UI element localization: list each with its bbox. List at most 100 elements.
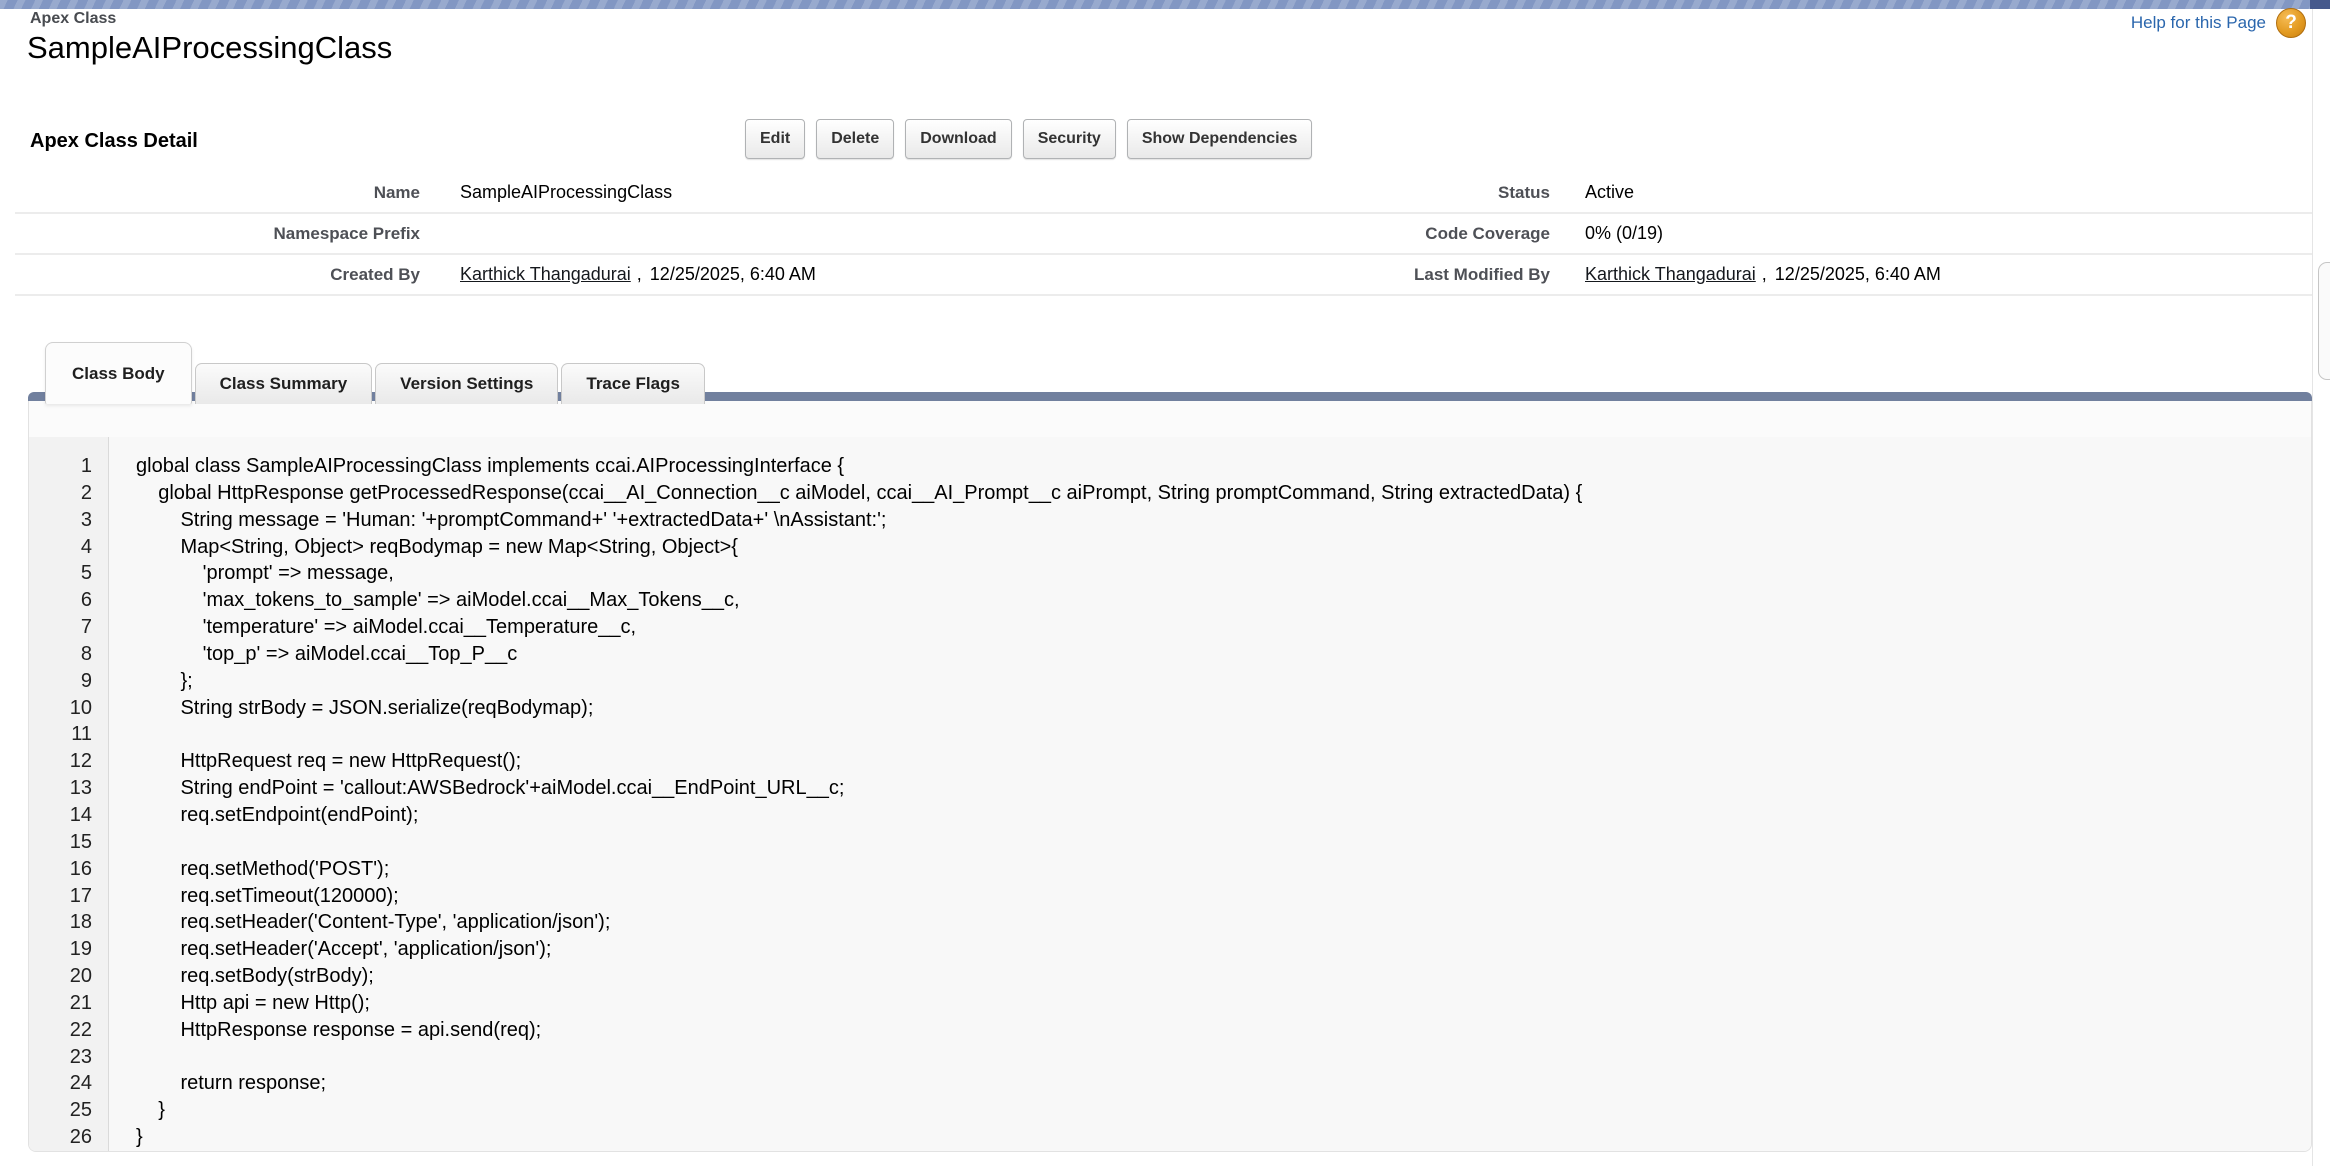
code-line-text: req.setTimeout(120000); <box>109 883 2311 910</box>
code-line-text: 'prompt' => message, <box>109 560 2311 587</box>
code-line: 3 String message = 'Human: '+promptComma… <box>29 507 2311 534</box>
code-line-text: req.setHeader('Accept', 'application/jso… <box>109 936 2311 963</box>
class-body-panel: 1global class SampleAIProcessingClass im… <box>28 401 2312 1152</box>
code-line-text: } <box>109 1124 2311 1151</box>
code-line: 6 'max_tokens_to_sample' => aiModel.ccai… <box>29 587 2311 614</box>
code-line: 10 String strBody = JSON.serialize(reqBo… <box>29 695 2311 722</box>
name-value: SampleAIProcessingClass <box>420 182 1340 203</box>
line-number: 23 <box>29 1044 109 1071</box>
code-line: 12 HttpRequest req = new HttpRequest(); <box>29 748 2311 775</box>
edit-button[interactable]: Edit <box>745 119 805 159</box>
namespace-label: Namespace Prefix <box>15 224 420 244</box>
status-label: Status <box>1340 183 1550 203</box>
code-line: 16 req.setMethod('POST'); <box>29 856 2311 883</box>
line-number: 11 <box>29 721 109 748</box>
code-line: 23 <box>29 1044 2311 1071</box>
code-line: 21 Http api = new Http(); <box>29 990 2311 1017</box>
line-number: 22 <box>29 1017 109 1044</box>
download-button[interactable]: Download <box>905 119 1011 159</box>
created-by-value: Karthick Thangadurai,12/25/2025, 6:40 AM <box>420 264 1340 285</box>
code-line: 18 req.setHeader('Content-Type', 'applic… <box>29 909 2311 936</box>
code-line: 2 global HttpResponse getProcessedRespon… <box>29 480 2311 507</box>
line-number: 24 <box>29 1070 109 1097</box>
delete-button[interactable]: Delete <box>816 119 894 159</box>
line-number: 18 <box>29 909 109 936</box>
code-line-text: 'temperature' => aiModel.ccai__Temperatu… <box>109 614 2311 641</box>
code-line: 13 String endPoint = 'callout:AWSBedrock… <box>29 775 2311 802</box>
show-dependencies-button[interactable]: Show Dependencies <box>1127 119 1313 159</box>
code-line: 20 req.setBody(strBody); <box>29 963 2311 990</box>
line-number: 26 <box>29 1124 109 1151</box>
modified-by-label: Last Modified By <box>1340 265 1550 285</box>
detail-row-created-modified: Created By Karthick Thangadurai, 12/25/20… <box>15 255 2312 296</box>
code-line-text: }; <box>109 668 2311 695</box>
line-number: 6 <box>29 587 109 614</box>
line-number: 10 <box>29 695 109 722</box>
code-editor[interactable]: 1global class SampleAIProcessingClass im… <box>29 437 2311 1151</box>
top-decor-band <box>0 0 2330 9</box>
modified-by-user-link[interactable]: Karthick Thangadurai <box>1585 264 1756 284</box>
code-line: 5 'prompt' => message, <box>29 560 2311 587</box>
tab-class-body[interactable]: Class Body <box>45 342 192 404</box>
code-line-text: req.setEndpoint(endPoint); <box>109 802 2311 829</box>
page-title: SampleAIProcessingClass <box>27 30 392 66</box>
code-line: 17 req.setTimeout(120000); <box>29 883 2311 910</box>
help-question-icon[interactable]: ? <box>2276 8 2306 38</box>
code-line: 9 }; <box>29 668 2311 695</box>
entity-type-label: Apex Class <box>30 10 116 28</box>
line-number: 16 <box>29 856 109 883</box>
coverage-label: Code Coverage <box>1340 224 1550 244</box>
tab-trace-flags[interactable]: Trace Flags <box>561 363 705 404</box>
code-line-text: Http api = new Http(); <box>109 990 2311 1017</box>
code-line: 22 HttpResponse response = api.send(req)… <box>29 1017 2311 1044</box>
created-by-label: Created By <box>15 265 420 285</box>
code-line-text: Map<String, Object> reqBodymap = new Map… <box>109 534 2311 561</box>
created-by-user-link[interactable]: Karthick Thangadurai <box>460 264 631 284</box>
tab-class-summary[interactable]: Class Summary <box>195 363 373 404</box>
top-band-right-segment <box>2310 0 2330 9</box>
line-number: 20 <box>29 963 109 990</box>
line-number: 13 <box>29 775 109 802</box>
detail-row-namespace-coverage: Namespace Prefix Code Coverage 0% (0/19) <box>15 214 2312 255</box>
code-line-text: 'top_p' => aiModel.ccai__Top_P__c <box>109 641 2311 668</box>
code-line-text: HttpResponse response = api.send(req); <box>109 1017 2311 1044</box>
line-number: 19 <box>29 936 109 963</box>
line-number: 21 <box>29 990 109 1017</box>
code-line: 8 'top_p' => aiModel.ccai__Top_P__c <box>29 641 2311 668</box>
code-line-text: String message = 'Human: '+promptCommand… <box>109 507 2311 534</box>
code-line-text <box>109 1044 2311 1071</box>
code-line: 11 <box>29 721 2311 748</box>
vertical-scrollbar-track[interactable] <box>2312 9 2330 1166</box>
modified-by-separator: , <box>1762 264 1767 284</box>
detail-row-name-status: Name SampleAIProcessingClass Status Acti… <box>15 173 2312 214</box>
line-number: 5 <box>29 560 109 587</box>
coverage-value: 0% (0/19) <box>1550 223 2312 244</box>
status-value: Active <box>1550 182 2312 203</box>
code-line-text: String strBody = JSON.serialize(reqBodym… <box>109 695 2311 722</box>
code-line: 14 req.setEndpoint(endPoint); <box>29 802 2311 829</box>
modified-datetime: 12/25/2025, 6:40 AM <box>1775 264 1941 284</box>
code-line: 1global class SampleAIProcessingClass im… <box>29 453 2311 480</box>
line-number: 3 <box>29 507 109 534</box>
line-number: 2 <box>29 480 109 507</box>
created-datetime: 12/25/2025, 6:40 AM <box>650 264 816 284</box>
line-number: 25 <box>29 1097 109 1124</box>
code-line-text: req.setMethod('POST'); <box>109 856 2311 883</box>
code-line-text: return response; <box>109 1070 2311 1097</box>
code-line: 15 <box>29 829 2311 856</box>
detail-buttons: Edit Delete Download Security Show Dependenc… <box>745 119 1312 159</box>
line-number: 15 <box>29 829 109 856</box>
security-button[interactable]: Security <box>1023 119 1116 159</box>
tab-version-settings[interactable]: Version Settings <box>375 363 558 404</box>
code-line: 4 Map<String, Object> reqBodymap = new M… <box>29 534 2311 561</box>
code-line-text: } <box>109 1097 2311 1124</box>
line-number: 4 <box>29 534 109 561</box>
code-line-text: global class SampleAIProcessingClass imp… <box>109 453 2311 480</box>
tabs-row: Class BodyClass SummaryVersion SettingsT… <box>45 342 705 404</box>
name-label: Name <box>15 183 420 203</box>
line-number: 12 <box>29 748 109 775</box>
code-line-text: 'max_tokens_to_sample' => aiModel.ccai__… <box>109 587 2311 614</box>
modified-by-value: Karthick Thangadurai, 12/25/2025, 6:40 AM <box>1550 264 2312 285</box>
help-link[interactable]: Help for this Page <box>2131 13 2266 33</box>
vertical-scrollbar-thumb[interactable] <box>2318 262 2330 380</box>
